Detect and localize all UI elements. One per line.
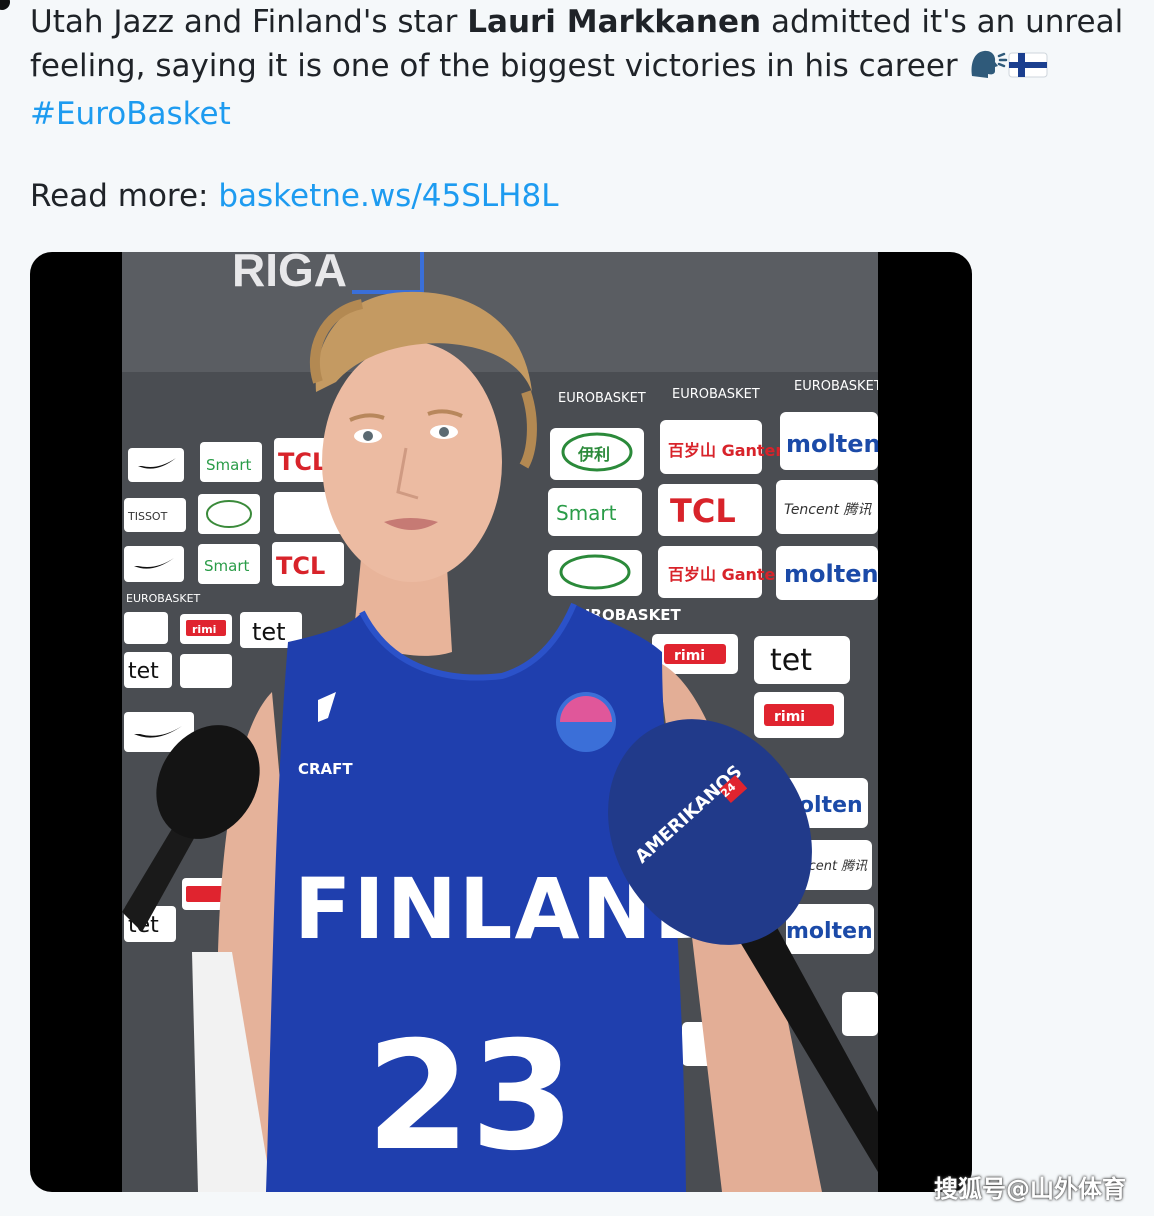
photo-illustration: RIGA Smart TCL TISSOT Smart TCL EUROBASK… bbox=[122, 252, 878, 1192]
sponsor-rimi: rimi bbox=[674, 648, 705, 664]
sponsor-rimi: rimi bbox=[774, 709, 805, 725]
tweet-line-2: feeling, saying it is one of the biggest… bbox=[30, 44, 1120, 92]
sponsor-ganten: 百岁山 Ganten bbox=[668, 441, 787, 460]
tweet-media[interactable]: RIGA Smart TCL TISSOT Smart TCL EUROBASK… bbox=[30, 252, 972, 1192]
sponsor-tissot: TISSOT bbox=[127, 510, 168, 523]
sponsor-tet: tet bbox=[770, 643, 812, 678]
hashtag-link[interactable]: #EuroBasket bbox=[30, 96, 231, 132]
player-name: Lauri Markkanen bbox=[467, 4, 762, 40]
read-more-link[interactable]: basketne.ws/45SLH8L bbox=[218, 178, 558, 214]
interview-photo[interactable]: RIGA Smart TCL TISSOT Smart TCL EUROBASK… bbox=[122, 252, 878, 1192]
tweet-line-1: Utah Jazz and Finland's star Lauri Markk… bbox=[30, 0, 1124, 44]
tweet-text-part: admitted it's an unreal bbox=[761, 4, 1124, 40]
sponsor-tet: tet bbox=[128, 659, 159, 684]
read-more: Read more: basketne.ws/45SLH8L bbox=[30, 178, 558, 214]
tweet-text-part: Utah Jazz and Finland's star bbox=[30, 4, 468, 40]
jersey-brand: CRAFT bbox=[298, 760, 353, 778]
sponsor-eurobasket: EUROBASKET bbox=[558, 391, 646, 406]
sponsor-ganten: 百岁山 Ganten bbox=[668, 565, 787, 584]
tweet-text-part: feeling, saying it is one of the biggest… bbox=[30, 48, 958, 84]
jersey-number: 23 bbox=[366, 1010, 575, 1184]
sponsor-tcl: TCL bbox=[278, 448, 327, 476]
sponsor-eurobasket: EUROBASKET bbox=[126, 592, 201, 605]
read-more-label: Read more: bbox=[30, 178, 219, 214]
sponsor-molten: molten bbox=[784, 560, 878, 588]
sponsor-smart: Smart bbox=[206, 456, 251, 474]
sponsor-molten: molten bbox=[786, 919, 873, 944]
sponsor-tcl: TCL bbox=[670, 492, 736, 530]
watermark: 搜狐号@山外体育 bbox=[934, 1175, 1126, 1203]
speaking-head-icon bbox=[968, 46, 1008, 92]
sponsor-tcl: TCL bbox=[276, 552, 325, 580]
tweet-body: Utah Jazz and Finland's star Lauri Markk… bbox=[30, 0, 1124, 136]
finland-flag-icon bbox=[1008, 48, 1048, 92]
sponsor-smart: Smart bbox=[204, 557, 249, 575]
sponsor-molten: molten bbox=[786, 430, 878, 458]
sponsor-tet: tet bbox=[252, 618, 286, 646]
sponsor-rimi: rimi bbox=[192, 623, 216, 636]
sponsor-yili: 伊利 bbox=[577, 445, 610, 464]
sponsor-smart: Smart bbox=[556, 501, 617, 525]
tweet-line-3: #EuroBasket bbox=[30, 92, 1120, 136]
sponsor-eurobasket: EUROBASKET bbox=[672, 387, 760, 402]
backdrop-top-text: RIGA bbox=[232, 252, 347, 296]
sponsor-tencent: Tencent 腾讯 bbox=[784, 502, 872, 518]
sponsor-eurobasket: EUROBASKET bbox=[794, 379, 878, 394]
avatar[interactable] bbox=[0, 0, 10, 10]
